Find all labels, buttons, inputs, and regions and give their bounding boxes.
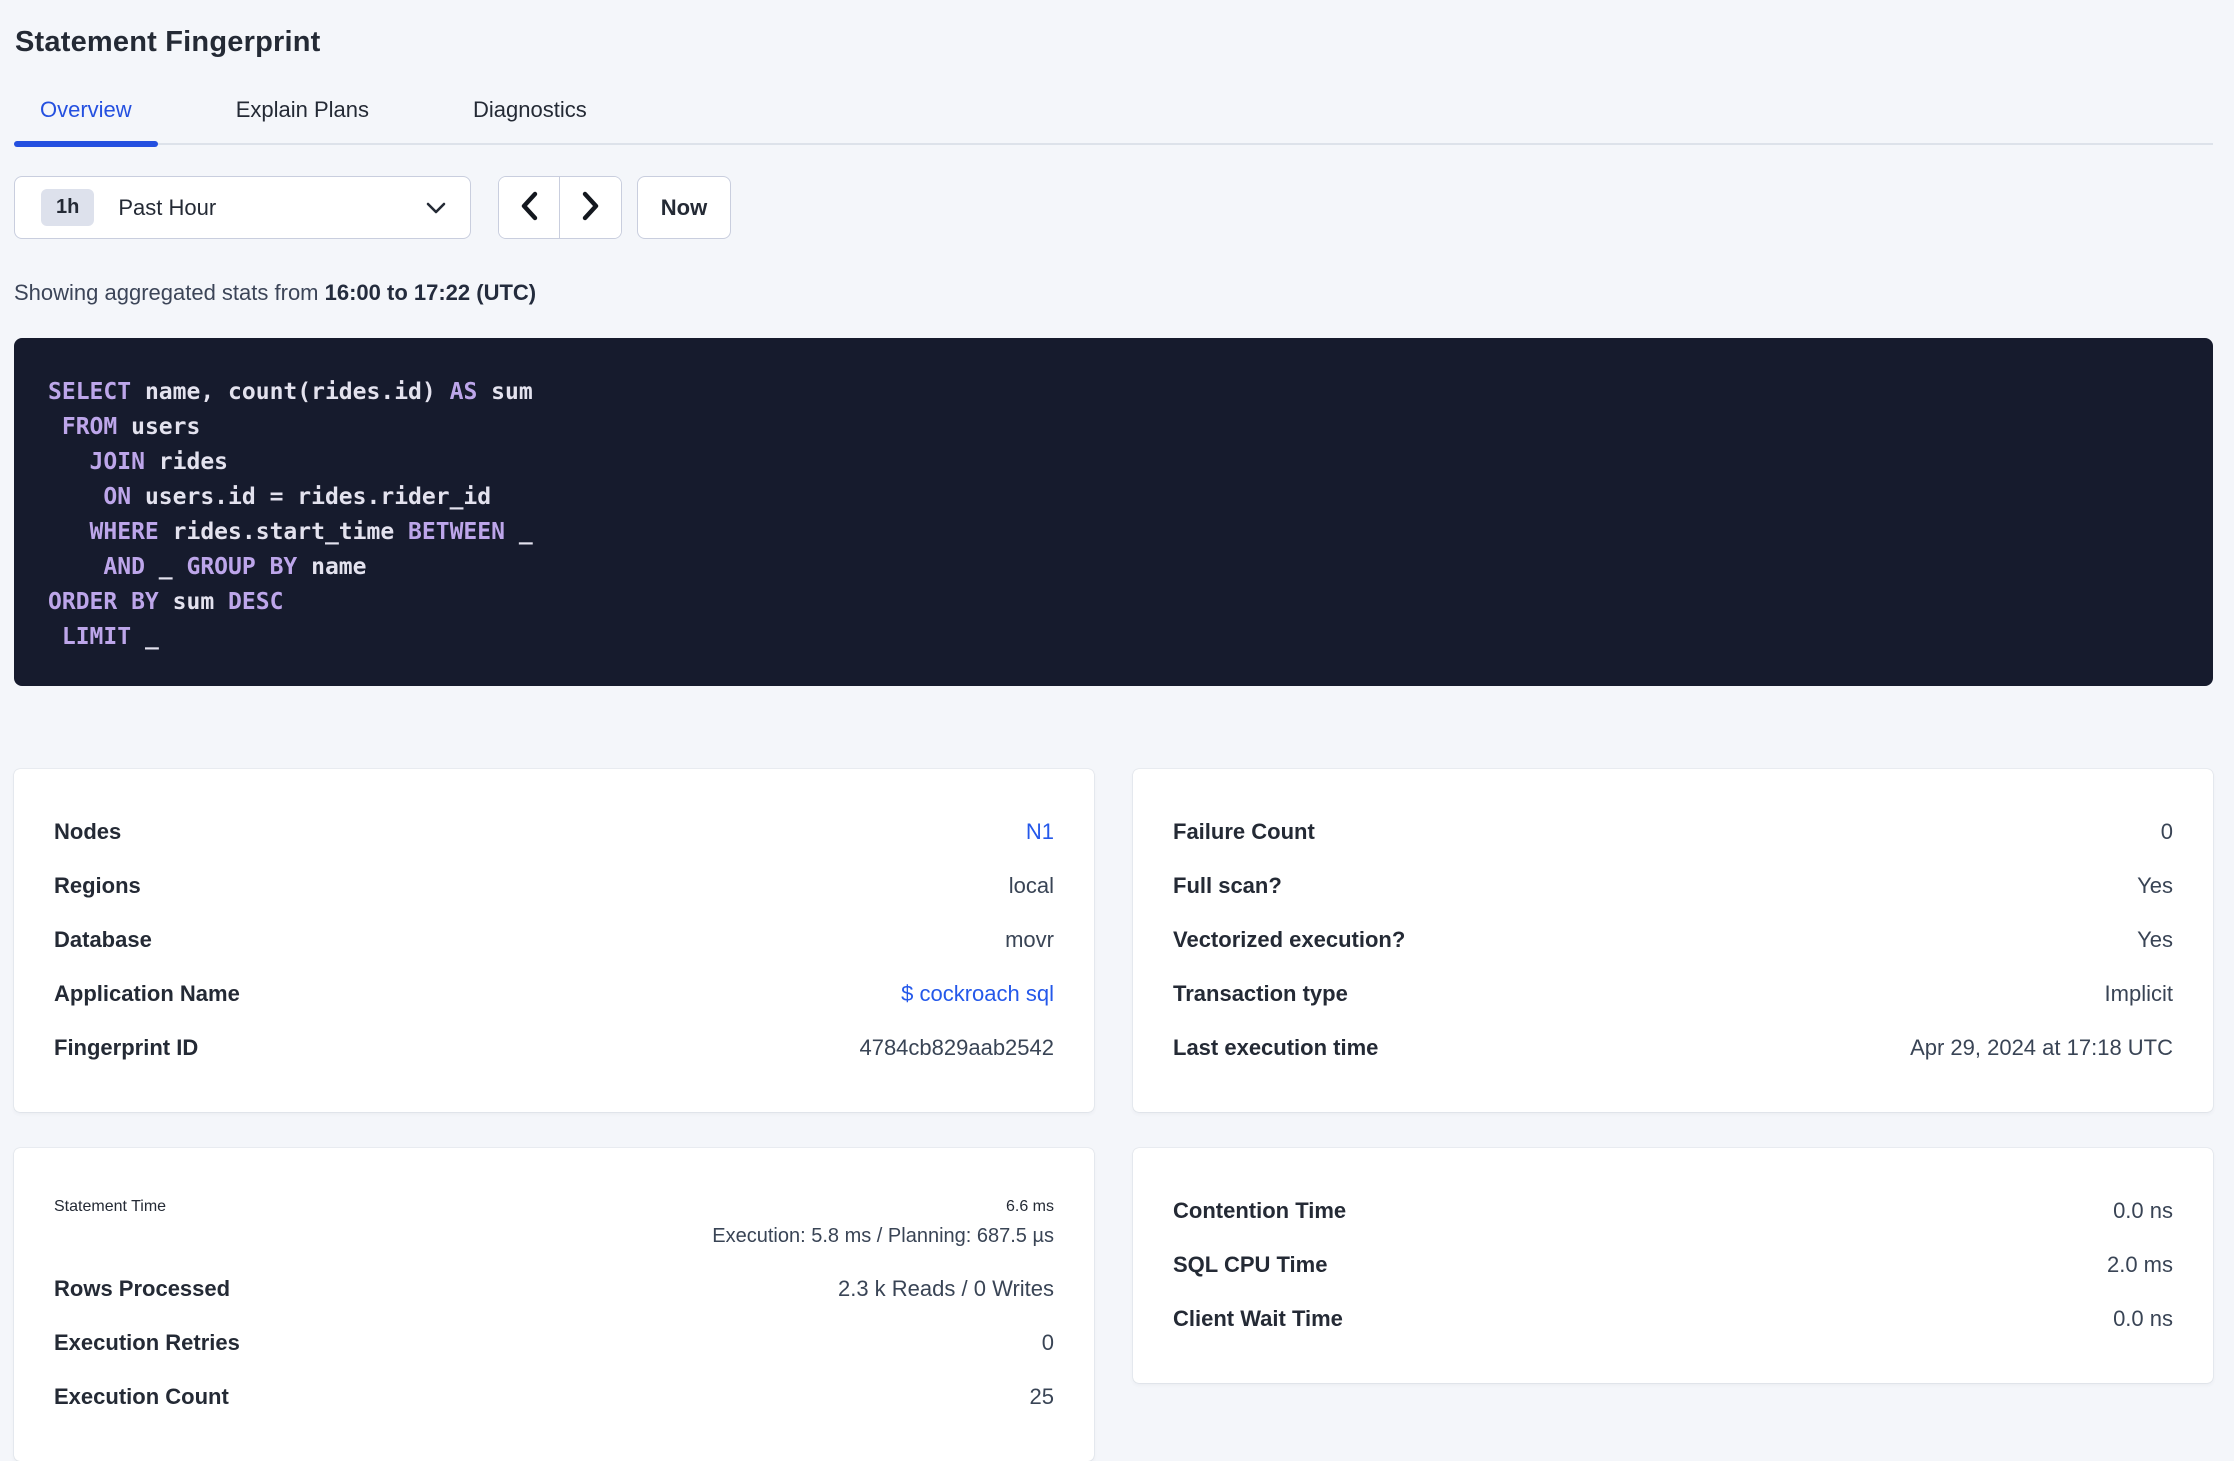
card-row: Rows Processed 2.3 k Reads / 0 Writes [54,1262,1054,1316]
page-title: Statement Fingerprint [15,26,321,58]
application-name-link[interactable]: $ cockroach sql [901,981,1054,1007]
stats-summary-range: 16:00 to 17:22 (UTC) [324,280,537,305]
summary-cards-row-1: Nodes N1 Regions local Database movr App… [14,769,2213,1112]
chevron-right-icon [581,191,601,224]
time-range-label: Past Hour [118,194,217,220]
card-row: Database movr [54,913,1054,967]
prev-time-button[interactable] [499,177,560,238]
card-row: Failure Count 0 [1173,805,2173,859]
tab-diagnostics[interactable]: Diagnostics [447,97,613,143]
row-label: Application Name [54,981,240,1006]
row-value: 0 [1041,1330,1054,1355]
row-value: 2.0 ms [2106,1252,2173,1277]
nodes-link[interactable]: N1 [1026,819,1054,845]
stats-summary: Showing aggregated stats from 16:00 to 1… [14,280,2213,306]
sql-statement-box: SELECT name, count(rides.id) AS sum FROM… [14,338,2213,686]
statement-info-card: Nodes N1 Regions local Database movr App… [14,769,1094,1112]
row-label: Execution Retries [54,1330,240,1355]
row-label: Full scan? [1173,873,1282,898]
chevron-left-icon [519,191,539,224]
row-value: 0 [2160,819,2173,844]
row-label: Nodes [54,819,122,844]
chevron-down-icon [426,202,446,214]
row-label: Execution Count [54,1384,229,1409]
row-value: Yes [2137,927,2173,952]
now-button[interactable]: Now [637,176,731,239]
tab-bar: Overview Explain Plans Diagnostics [14,97,2213,147]
row-value: 6.6 ms [1005,1198,1054,1215]
stats-summary-prefix: Showing aggregated stats from [14,280,325,305]
row-value: local [1008,873,1054,898]
row-value: 0.0 ns [2113,1306,2173,1331]
card-row: Client Wait Time 0.0 ns [1173,1292,2173,1346]
tab-overview[interactable]: Overview [14,97,158,147]
row-value: 4784cb829aab2542 [859,1035,1054,1060]
row-label: Statement Time [54,1198,167,1215]
row-label: Last execution time [1173,1035,1379,1060]
row-label: Database [54,927,152,952]
card-row: Transaction type Implicit [1173,967,2173,1021]
summary-cards-row-2: Statement Time 6.6 ms Execution: 5.8 ms … [14,1148,2213,1461]
time-range-badge: 1h [41,189,95,226]
time-step-buttons [498,176,622,239]
row-value: 2.3 k Reads / 0 Writes [837,1276,1054,1301]
statement-fingerprint-page: Statement Fingerprint Overview Explain P… [0,0,2234,1461]
card-row: Execution Count 25 [54,1370,1054,1424]
card-row: Statement Time 6.6 ms Execution: 5.8 ms … [54,1184,1054,1262]
card-row: Vectorized execution? Yes [1173,913,2173,967]
row-value: 0.0 ns [2113,1198,2173,1223]
wait-times-card: Contention Time 0.0 ns SQL CPU Time 2.0 … [1133,1148,2213,1383]
card-row: Fingerprint ID 4784cb829aab2542 [54,1021,1054,1075]
row-label: Client Wait Time [1173,1306,1343,1331]
time-range-dropdown[interactable]: 1h Past Hour [14,176,471,239]
next-time-button[interactable] [560,177,621,238]
statement-timings-card: Statement Time 6.6 ms Execution: 5.8 ms … [14,1148,1094,1461]
card-row: Execution Retries 0 [54,1316,1054,1370]
row-value: Yes [2137,873,2173,898]
row-label: Rows Processed [54,1276,231,1301]
row-value: Implicit [2104,981,2173,1006]
card-row: Application Name $ cockroach sql [54,967,1054,1021]
row-value: movr [1005,927,1054,952]
time-controls: 1h Past Hour Now [14,176,2213,239]
row-label: Transaction type [1173,981,1348,1006]
row-label: Fingerprint ID [54,1035,199,1060]
card-row: Full scan? Yes [1173,859,2173,913]
card-row: Regions local [54,859,1054,913]
row-label: Failure Count [1173,819,1315,844]
row-label: Vectorized execution? [1173,927,1406,952]
row-value: Apr 29, 2024 at 17:18 UTC [1910,1035,2173,1060]
tab-explain-plans[interactable]: Explain Plans [210,97,395,143]
card-row: Last execution time Apr 29, 2024 at 17:1… [1173,1021,2173,1075]
row-subvalue: Execution: 5.8 ms / Planning: 687.5 µs [712,1225,1054,1247]
row-label: Contention Time [1173,1198,1347,1223]
card-row: Contention Time 0.0 ns [1173,1184,2173,1238]
row-value: 25 [1029,1384,1054,1409]
row-label: Regions [54,873,141,898]
row-label: SQL CPU Time [1173,1252,1328,1277]
sql-code: SELECT name, count(rides.id) AS sum FROM… [48,379,533,650]
card-row: SQL CPU Time 2.0 ms [1173,1238,2173,1292]
card-row: Nodes N1 [54,805,1054,859]
execution-attributes-card: Failure Count 0 Full scan? Yes Vectorize… [1133,769,2213,1112]
